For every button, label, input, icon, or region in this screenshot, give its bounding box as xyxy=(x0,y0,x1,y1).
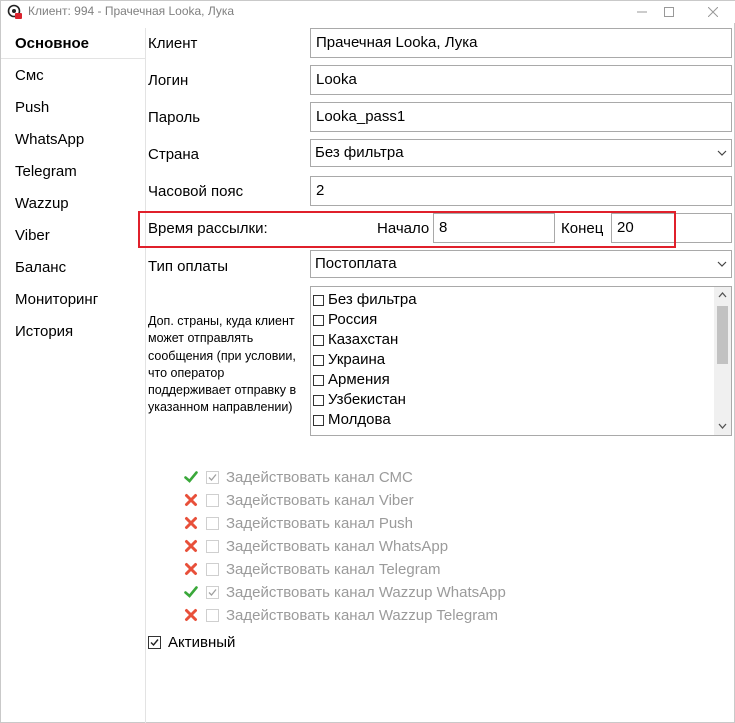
chevron-down-icon xyxy=(717,261,727,267)
channel-row-wazzup-telegram[interactable]: Задействовать канал Wazzup Telegram xyxy=(184,605,498,625)
checkbox[interactable] xyxy=(206,608,219,622)
channel-label: Задействовать канал WhatsApp xyxy=(226,537,449,555)
sidebar-item-balance[interactable]: Баланс xyxy=(1,253,145,283)
channel-label: Задействовать канал Wazzup WhatsApp xyxy=(226,583,506,601)
list-item-label: Казахстан xyxy=(328,331,399,348)
channel-label: Задействовать канал Push xyxy=(226,514,414,532)
channel-label: Задействовать канал Telegram xyxy=(226,560,441,578)
channel-label: Задействовать канал СМС xyxy=(226,468,413,486)
maximize-button[interactable] xyxy=(646,1,692,23)
payment-type-label: Тип оплаты xyxy=(148,258,229,275)
channel-row-sms[interactable]: Задействовать канал СМС xyxy=(184,467,413,487)
checkbox[interactable] xyxy=(206,493,219,507)
list-item-label: Украина xyxy=(328,351,386,368)
cross-icon xyxy=(185,517,197,529)
login-field[interactable]: Looka xyxy=(310,65,732,95)
country-select[interactable]: Без фильтра xyxy=(310,139,732,167)
check-icon xyxy=(184,586,198,598)
sidebar-item-monitoring[interactable]: Мониторинг xyxy=(1,285,145,315)
extra-countries-label: Доп. страны, куда клиент может отправлят… xyxy=(148,314,297,415)
list-item[interactable]: Молдова xyxy=(313,410,391,430)
client-label: Клиент xyxy=(148,35,198,52)
list-item[interactable]: Россия xyxy=(313,310,377,330)
list-item[interactable]: Армения xyxy=(313,370,390,390)
sidebar-item-whatsapp[interactable]: WhatsApp xyxy=(1,125,145,155)
login-label: Логин xyxy=(148,72,189,89)
active-checkbox-row[interactable]: Активный xyxy=(148,634,235,651)
chevron-up-icon[interactable] xyxy=(717,291,728,299)
checkbox[interactable] xyxy=(313,394,324,406)
channel-label: Задействовать канал Viber xyxy=(226,491,414,509)
channel-row-telegram[interactable]: Задействовать канал Telegram xyxy=(184,559,441,579)
list-item-label: Россия xyxy=(328,311,378,328)
checkbox[interactable] xyxy=(313,314,324,326)
close-icon xyxy=(708,7,718,17)
extra-countries-list[interactable]: Без фильтра Россия Казахстан Украина Арм… xyxy=(310,286,732,436)
checkbox[interactable] xyxy=(313,354,324,366)
list-item[interactable]: Без фильтра xyxy=(313,290,417,310)
sidebar-item-main[interactable]: Основное xyxy=(1,29,145,59)
password-field[interactable]: Looka_pass1 xyxy=(310,102,732,132)
checkbox[interactable] xyxy=(206,516,219,530)
channel-label: Задействовать канал Wazzup Telegram xyxy=(226,606,499,624)
list-item[interactable]: Узбекистан xyxy=(313,390,406,410)
password-label: Пароль xyxy=(148,109,201,126)
channel-row-viber[interactable]: Задействовать канал Viber xyxy=(184,490,414,510)
cross-icon xyxy=(185,540,197,552)
channel-row-push[interactable]: Задействовать канал Push xyxy=(184,513,413,533)
payment-type-value: Постоплата xyxy=(315,255,397,272)
checkmark-icon xyxy=(208,473,217,481)
checkbox[interactable] xyxy=(206,539,219,553)
app-logo-icon xyxy=(7,4,22,19)
list-item-label: Молдова xyxy=(328,411,391,428)
payment-type-select[interactable]: Постоплата xyxy=(310,250,732,278)
list-item-label: Без фильтра xyxy=(328,291,417,308)
sidebar-item-push[interactable]: Push xyxy=(1,93,145,123)
checkbox[interactable] xyxy=(313,374,324,386)
active-label: Активный xyxy=(168,634,236,651)
active-checkbox[interactable] xyxy=(148,636,161,649)
country-label: Страна xyxy=(148,146,200,163)
list-item[interactable]: Украина xyxy=(313,350,385,370)
checkmark-icon xyxy=(208,588,217,596)
checkbox[interactable] xyxy=(206,470,219,484)
sidebar-item-telegram[interactable]: Telegram xyxy=(1,157,145,187)
maximize-icon xyxy=(664,7,674,17)
window-title: Клиент: 994 - Прачечная Looka, Лука xyxy=(28,4,235,18)
list-scrollbar[interactable] xyxy=(714,287,731,435)
sidebar-item-sms[interactable]: Смс xyxy=(1,61,145,91)
checkbox[interactable] xyxy=(206,562,219,576)
list-item-label: Армения xyxy=(328,371,390,388)
channel-row-whatsapp[interactable]: Задействовать канал WhatsApp xyxy=(184,536,448,556)
cross-icon xyxy=(185,609,197,621)
chevron-down-icon[interactable] xyxy=(717,422,728,430)
sidebar-item-history[interactable]: История xyxy=(1,317,145,347)
timezone-field[interactable]: 2 xyxy=(310,176,732,206)
sidebar-item-viber[interactable]: Viber xyxy=(1,221,145,251)
sidebar-item-wazzup[interactable]: Wazzup xyxy=(1,189,145,219)
checkbox[interactable] xyxy=(313,334,324,346)
title-bar: Клиент: 994 - Прачечная Looka, Лука xyxy=(1,1,735,23)
list-item[interactable]: Казахстан xyxy=(313,330,398,350)
scrollbar-thumb[interactable] xyxy=(717,306,728,364)
checkbox[interactable] xyxy=(206,585,219,599)
checkbox[interactable] xyxy=(313,294,324,306)
close-button[interactable] xyxy=(690,1,735,23)
sidebar-nav: Основное Смс Push WhatsApp Telegram Wazz… xyxy=(1,28,146,723)
send-time-highlight xyxy=(138,211,676,248)
country-select-value: Без фильтра xyxy=(315,144,404,161)
client-window: Клиент: 994 - Прачечная Looka, Лука Осно… xyxy=(0,0,735,723)
client-field[interactable]: Прачечная Looka, Лука xyxy=(310,28,732,58)
checkbox[interactable] xyxy=(313,414,324,426)
chevron-down-icon xyxy=(717,150,727,156)
channel-row-wazzup-whatsapp[interactable]: Задействовать канал Wazzup WhatsApp xyxy=(184,582,506,602)
check-icon xyxy=(184,471,198,483)
timezone-label: Часовой пояс xyxy=(148,183,244,200)
cross-icon xyxy=(185,494,197,506)
cross-icon xyxy=(185,563,197,575)
list-item-label: Узбекистан xyxy=(328,391,406,408)
checkmark-icon xyxy=(150,639,159,647)
